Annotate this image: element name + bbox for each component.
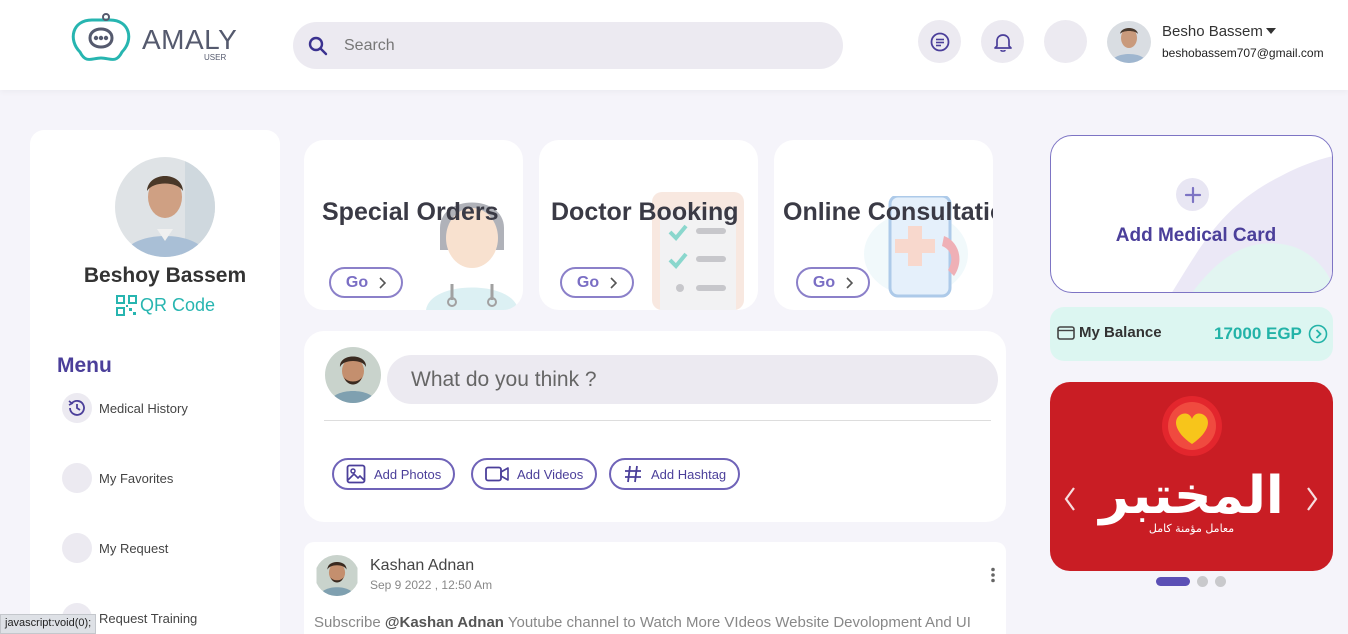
promo-banner[interactable]: المختبر معامل مؤمنة كامل [1050,382,1333,571]
menu-item-label: My Favorites [99,470,174,486]
carousel-indicators [1156,576,1226,587]
add-medical-card[interactable]: Add Medical Card [1050,135,1333,293]
user-email: beshobassem707@gmail.com [1162,46,1324,60]
service-card-online-consultation[interactable]: Online Consultation Go [774,140,993,310]
medical-card-background-art [1172,156,1332,292]
menu-item-my-favorites[interactable]: My Favorites [62,463,173,493]
wallet-icon [1057,325,1075,340]
menu-item-medical-history[interactable]: Medical History [62,393,188,423]
heart-logo-icon [1162,396,1222,456]
add-medical-card-label: Add Medical Card [1115,225,1277,246]
card-title: Online Consultation [783,198,993,226]
message-icon [930,32,949,51]
qr-code-icon [116,295,137,316]
top-header: AMALY USER Besho Bassem [0,0,1348,90]
carousel-dot[interactable] [1215,576,1226,587]
feed-post: Kashan Adnan Sep 9 2022 , 12:50 Am Subsc… [304,542,1006,634]
go-button[interactable]: Go [796,267,870,298]
request-icon [62,533,92,563]
banner-brand: المختبر [1099,466,1284,526]
video-camera-icon [485,466,509,482]
logo-text: AMALY [142,24,238,55]
post-composer: What do you think ? Add Photos Add Video… [304,331,1006,522]
carousel-dot[interactable] [1156,577,1190,586]
banner-tagline: معامل مؤمنة كامل [1148,522,1235,535]
go-label: Go [576,273,600,291]
add-videos-button[interactable]: Add Videos [471,458,598,490]
go-button[interactable]: Go [329,267,403,298]
go-button[interactable]: Go [560,267,634,298]
balance-value: 17000 EGP [1214,324,1302,343]
user-name: Besho Bassem [1162,23,1263,40]
menu-item-label: Request Training [99,610,198,626]
chevron-right-circle-icon[interactable] [1308,324,1328,344]
chevron-right-icon [610,276,618,289]
bell-icon [993,33,1012,52]
profile-picture[interactable] [115,157,215,257]
plus-icon-wrap [1176,178,1209,211]
history-icon-wrap [62,393,92,423]
card-title: Special Orders [322,198,499,226]
notifications-button[interactable] [981,20,1024,63]
menu-item-my-request[interactable]: My Request [62,533,168,563]
user-avatar[interactable] [1107,21,1151,63]
add-photos-label: Add Photos [374,466,442,482]
logo-subtext: USER [204,53,227,62]
logo-mark-icon [71,13,131,61]
favorites-icon [62,463,92,493]
go-label: Go [812,273,836,291]
service-card-special-orders[interactable]: Special Orders Go [304,140,523,310]
composer-divider [324,420,991,421]
post-options-button[interactable] [990,567,996,588]
qr-code-link[interactable]: QR Code [116,295,215,316]
chevron-right-icon [846,276,854,289]
user-menu[interactable]: Besho Bassem [1162,23,1277,40]
browser-status-bar: javascript:void(0); [0,614,97,634]
search-input[interactable] [344,36,804,55]
menu-item-label: Medical History [99,400,188,416]
card-title: Doctor Booking [551,198,739,226]
history-icon [68,400,85,416]
left-sidebar: Beshoy Bassem QR Code Menu Medical Histo… [30,130,280,634]
post-author-avatar[interactable] [315,555,359,596]
post-body: Subscribe @Kashan Adnan Youtube channel … [314,614,971,631]
hashtag-icon [625,465,641,483]
carousel-prev-icon[interactable] [1064,486,1076,512]
profile-name: Beshoy Bassem [83,264,247,287]
carousel-next-icon[interactable] [1306,486,1318,512]
image-icon [346,464,366,484]
post-timestamp: Sep 9 2022 , 12:50 Am [370,578,493,592]
caret-down-icon [1265,28,1276,34]
add-hashtag-button[interactable]: Add Hashtag [609,458,741,490]
post-body-text: Youtube channel to Watch More VIdeos Web… [503,614,971,631]
carousel-dot[interactable] [1197,576,1208,587]
chevron-right-icon [379,276,387,289]
go-label: Go [345,273,369,291]
balance-label-text: My Balance [1079,324,1162,341]
balance-card[interactable]: My Balance 17000 EGP [1050,307,1333,361]
post-input-placeholder: What do you think ? [411,367,597,391]
service-card-doctor-booking[interactable]: Doctor Booking Go [539,140,758,310]
balance-label: My Balance [1057,324,1162,341]
menu-item-label: My Request [99,540,169,556]
app-logo[interactable]: AMALY USER [68,12,238,70]
post-input[interactable]: What do you think ? [387,355,998,404]
messages-button[interactable] [918,20,961,63]
search-icon [308,36,328,55]
post-author-name[interactable]: Kashan Adnan [370,557,474,575]
add-hashtag-label: Add Hashtag [651,466,727,482]
post-mention[interactable]: @Kashan Adnan [385,614,504,631]
add-photos-button[interactable]: Add Photos [332,458,456,490]
post-body-prefix: Subscribe [314,614,385,631]
add-videos-label: Add Videos [517,466,584,482]
blank-header-button[interactable] [1044,20,1087,63]
composer-avatar [325,347,381,403]
more-vertical-icon [991,567,995,583]
qr-code-label: QR Code [140,295,216,315]
search-bar[interactable] [293,22,843,69]
menu-title: Menu [57,354,112,377]
plus-icon [1184,186,1201,203]
